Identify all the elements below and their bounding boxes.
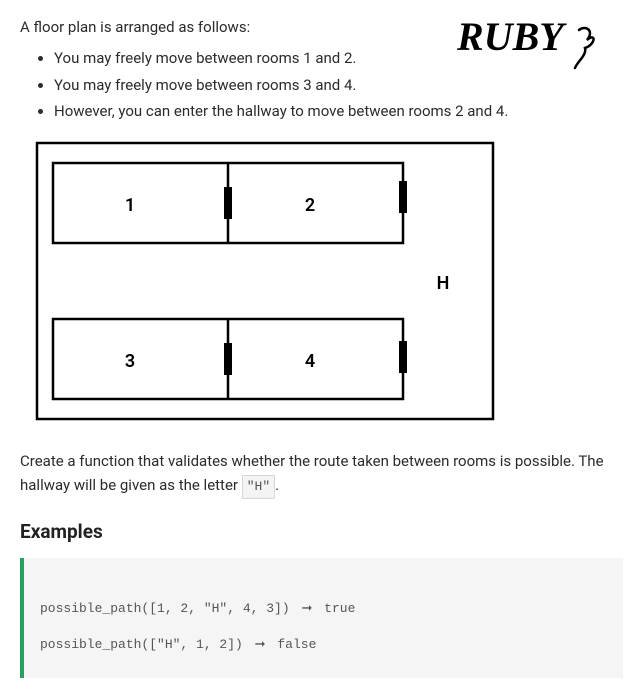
examples-code-block: possible_path([1, 2, "H", 4, 3]) ➞ true p…: [20, 558, 623, 678]
svg-text:2: 2: [305, 195, 315, 216]
svg-text:1: 1: [125, 195, 135, 216]
svg-text:3: 3: [125, 351, 135, 372]
rule-item: However, you can enter the hallway to mo…: [54, 100, 623, 123]
floorplan-diagram: 1 2 3 4 H: [35, 141, 623, 428]
svg-text:4: 4: [305, 351, 315, 372]
arrow-icon: ➞: [301, 597, 312, 622]
task-description: Create a function that validates whether…: [20, 450, 623, 498]
example-line-2: possible_path(["H", 1, 2]) ➞ false: [40, 633, 607, 658]
example-line-1: possible_path([1, 2, "H", 4, 3]) ➞ true: [40, 597, 607, 622]
description-text-pre: Create a function that validates whether…: [20, 452, 604, 493]
ruby-language-badge: RUBY: [457, 10, 607, 79]
svg-text:H: H: [437, 273, 450, 294]
description-text-post: .: [275, 476, 279, 494]
hallway-code-literal: "H": [242, 475, 275, 499]
examples-heading: Examples: [20, 517, 623, 546]
arrow-icon: ➞: [255, 633, 266, 658]
svg-text:RUBY: RUBY: [457, 14, 567, 59]
